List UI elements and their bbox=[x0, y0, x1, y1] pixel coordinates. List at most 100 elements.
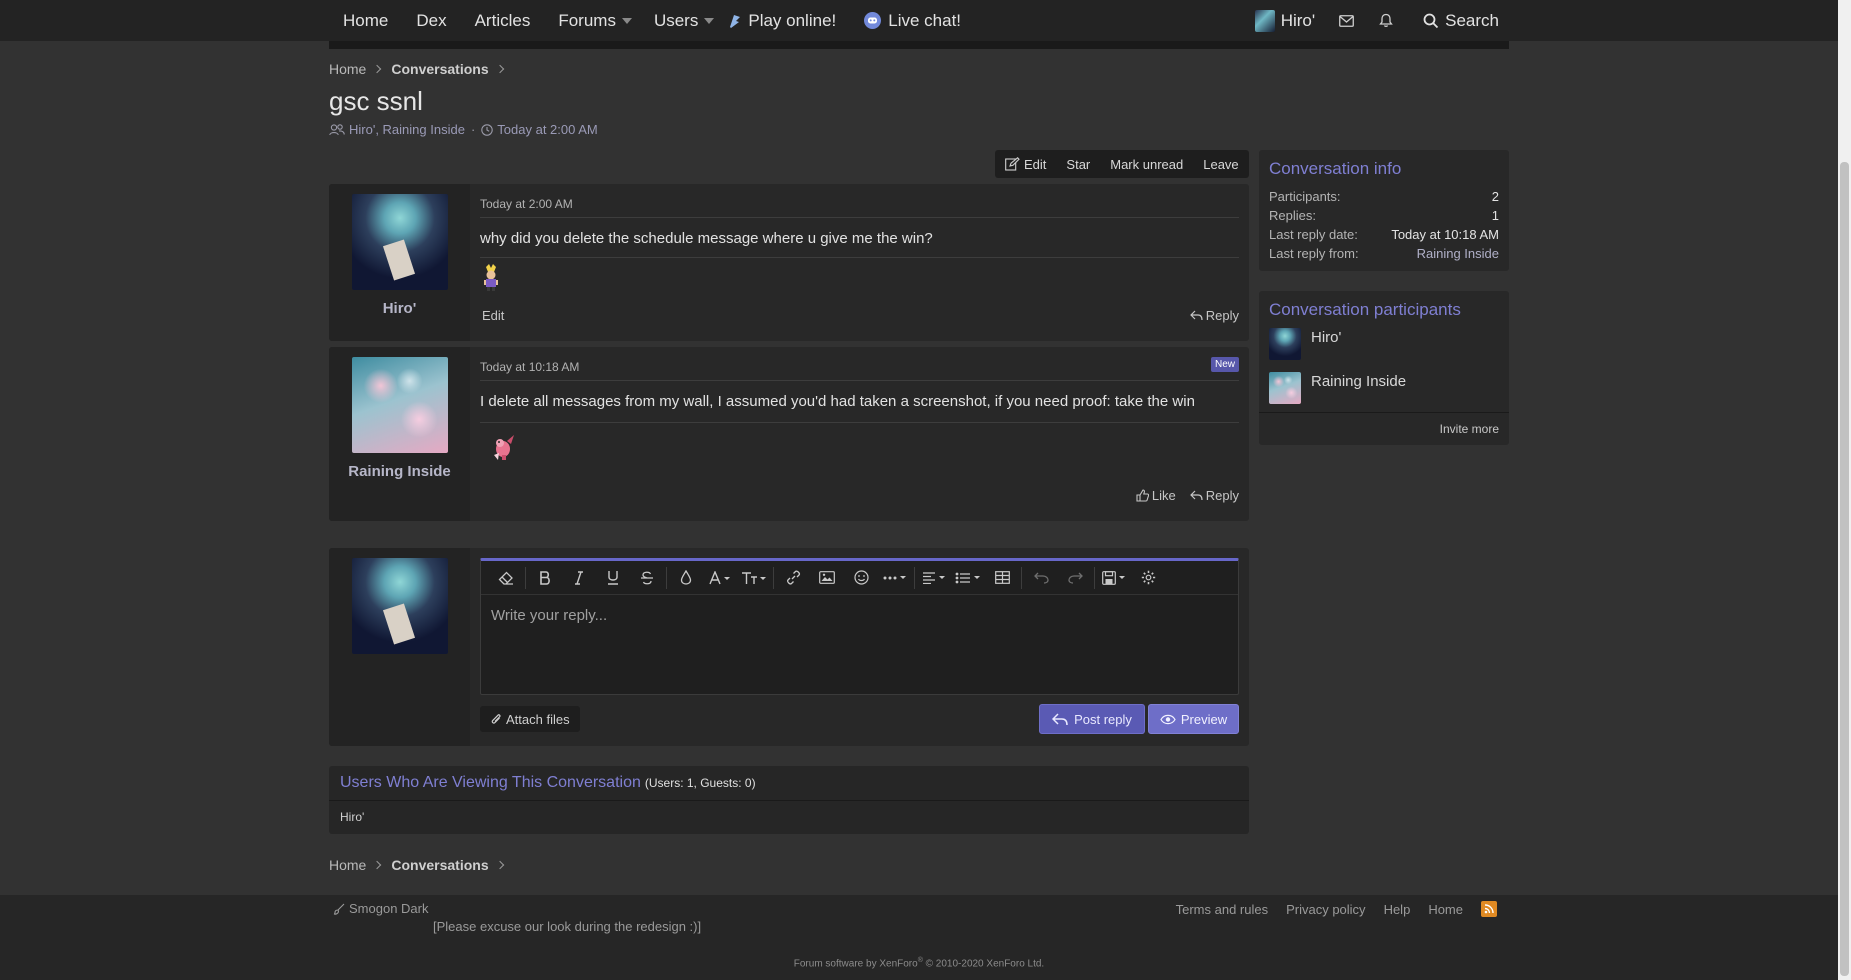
footer-terms-link[interactable]: Terms and rules bbox=[1176, 902, 1268, 917]
avatar-hiro[interactable] bbox=[351, 194, 448, 290]
nav-articles[interactable]: Articles bbox=[461, 0, 545, 41]
link-icon[interactable] bbox=[776, 563, 810, 593]
page-scrollbar[interactable] bbox=[1838, 0, 1851, 980]
nav-home[interactable]: Home bbox=[329, 0, 402, 41]
nav-right: Hiro' Search bbox=[1249, 0, 1509, 41]
drafts-icon[interactable] bbox=[1097, 563, 1131, 593]
rss-icon[interactable] bbox=[1481, 901, 1497, 917]
info-last-reply-date: Last reply date: Today at 10:18 AM bbox=[1259, 225, 1509, 244]
message-date[interactable]: Today at 2:00 AM bbox=[480, 184, 1239, 218]
participant-item[interactable]: Hiro' bbox=[1259, 326, 1509, 366]
toolbar-separator bbox=[914, 566, 915, 589]
message-body: Today at 2:00 AM why did you delete the … bbox=[480, 184, 1239, 298]
invite-more-link[interactable]: Invite more bbox=[1440, 422, 1499, 436]
reply-button[interactable]: Reply bbox=[1189, 308, 1239, 323]
inbox-button[interactable] bbox=[1327, 0, 1366, 41]
message-2: Raining Inside Today at 10:18 AM New I d… bbox=[329, 347, 1249, 521]
bold-icon[interactable] bbox=[528, 563, 562, 593]
envelope-icon bbox=[1339, 14, 1355, 27]
sub-navigation-bar bbox=[329, 41, 1509, 49]
breadcrumb-conversations[interactable]: Conversations bbox=[391, 61, 488, 77]
conversation-date[interactable]: Today at 2:00 AM bbox=[497, 122, 597, 137]
participant-name[interactable]: Hiro' bbox=[1311, 329, 1341, 346]
participant-avatar[interactable] bbox=[1269, 328, 1301, 360]
footer-privacy-link[interactable]: Privacy policy bbox=[1286, 902, 1365, 917]
users-viewing-title[interactable]: Users Who Are Viewing This Conversation bbox=[340, 774, 641, 792]
chevron-right-icon bbox=[495, 64, 504, 74]
play-online-label: Play online! bbox=[748, 10, 837, 30]
message-text: why did you delete the schedule message … bbox=[480, 218, 1239, 258]
breadcrumb-conversations[interactable]: Conversations bbox=[391, 857, 488, 873]
smilie-icon[interactable] bbox=[844, 563, 878, 593]
last-reply-user-link[interactable]: Raining Inside bbox=[1417, 246, 1499, 261]
viewing-user-link[interactable]: Hiro' bbox=[340, 810, 364, 824]
nav-forums[interactable]: Forums bbox=[544, 0, 626, 41]
top-navigation-inner: Home Dex Articles Forums Users Play onli… bbox=[329, 0, 1509, 41]
nav-users[interactable]: Users bbox=[640, 0, 708, 41]
info-replies: Replies: 1 bbox=[1259, 206, 1509, 225]
color-icon[interactable] bbox=[669, 563, 703, 593]
eye-icon bbox=[1160, 714, 1176, 724]
font-family-icon[interactable] bbox=[703, 563, 737, 593]
undo-icon[interactable] bbox=[1024, 563, 1058, 593]
nav-live-chat[interactable]: Live chat! bbox=[850, 0, 975, 41]
breadcrumb-bottom: Home Conversations bbox=[329, 857, 514, 873]
more-icon[interactable] bbox=[878, 563, 912, 593]
conversation-participants-title: Conversation participants bbox=[1269, 300, 1461, 319]
account-username: Hiro' bbox=[1280, 10, 1316, 30]
scrollbar-thumb[interactable] bbox=[1840, 162, 1849, 976]
font-size-icon[interactable] bbox=[737, 563, 771, 593]
participant-item[interactable]: Raining Inside bbox=[1259, 366, 1509, 410]
eraser-icon[interactable] bbox=[489, 563, 523, 593]
edit-conversation-button[interactable]: Edit bbox=[995, 150, 1056, 178]
settings-icon[interactable] bbox=[1131, 563, 1165, 593]
conversation-participants[interactable]: Hiro', Raining Inside bbox=[349, 122, 465, 137]
message-author[interactable]: Hiro' bbox=[329, 300, 470, 317]
forums-dropdown-icon[interactable] bbox=[621, 17, 632, 24]
users-viewing-list: Hiro' bbox=[329, 801, 1249, 833]
page-title: gsc ssnl bbox=[329, 86, 423, 116]
attach-files-button[interactable]: Attach files bbox=[480, 706, 580, 732]
footer-home-link[interactable]: Home bbox=[1428, 902, 1463, 917]
reply-input[interactable]: Write your reply... bbox=[481, 595, 1238, 636]
users-dropdown-icon[interactable] bbox=[704, 17, 715, 24]
strikethrough-icon[interactable] bbox=[630, 563, 664, 593]
message-author[interactable]: Raining Inside bbox=[329, 463, 470, 480]
conversation-info-title: Conversation info bbox=[1269, 159, 1402, 178]
alerts-button[interactable] bbox=[1366, 0, 1405, 41]
preview-button[interactable]: Preview bbox=[1148, 704, 1239, 734]
breadcrumb-home[interactable]: Home bbox=[329, 61, 366, 77]
info-participants: Participants: 2 bbox=[1259, 185, 1509, 206]
list-icon[interactable] bbox=[951, 563, 985, 593]
star-button[interactable]: Star bbox=[1056, 150, 1100, 178]
post-reply-button[interactable]: Post reply bbox=[1039, 704, 1145, 734]
conversation-meta: Hiro', Raining Inside · Today at 2:00 AM bbox=[329, 122, 598, 137]
nav-dex[interactable]: Dex bbox=[402, 0, 460, 41]
account-menu[interactable]: Hiro' bbox=[1249, 0, 1327, 41]
toolbar-separator bbox=[1094, 566, 1095, 589]
participant-name[interactable]: Raining Inside bbox=[1311, 373, 1406, 390]
search-button[interactable]: Search bbox=[1405, 0, 1509, 41]
style-chooser[interactable]: Smogon Dark bbox=[333, 901, 428, 916]
reply-icon bbox=[1189, 310, 1203, 321]
message-user-cell: Raining Inside bbox=[329, 347, 470, 521]
account-avatar bbox=[1254, 9, 1275, 32]
reply-button[interactable]: Reply bbox=[1189, 488, 1239, 503]
italic-icon[interactable] bbox=[562, 563, 596, 593]
footer-help-link[interactable]: Help bbox=[1384, 902, 1411, 917]
image-icon[interactable] bbox=[810, 563, 844, 593]
leave-button[interactable]: Leave bbox=[1193, 150, 1248, 178]
redo-icon[interactable] bbox=[1058, 563, 1092, 593]
breadcrumb-home[interactable]: Home bbox=[329, 857, 366, 873]
mark-unread-button[interactable]: Mark unread bbox=[1100, 150, 1193, 178]
table-icon[interactable] bbox=[985, 563, 1019, 593]
like-button[interactable]: Like bbox=[1136, 488, 1176, 503]
message-date[interactable]: Today at 10:18 AM bbox=[480, 347, 1239, 381]
nav-play-online[interactable]: Play online! bbox=[722, 0, 850, 41]
conversation-participants-block: Conversation participants Hiro' Raining … bbox=[1259, 291, 1509, 445]
participant-avatar[interactable] bbox=[1269, 372, 1301, 404]
align-icon[interactable] bbox=[917, 563, 951, 593]
message-edit-button[interactable]: Edit bbox=[480, 308, 504, 323]
avatar-raining-inside[interactable] bbox=[351, 357, 448, 453]
underline-icon[interactable] bbox=[596, 563, 630, 593]
